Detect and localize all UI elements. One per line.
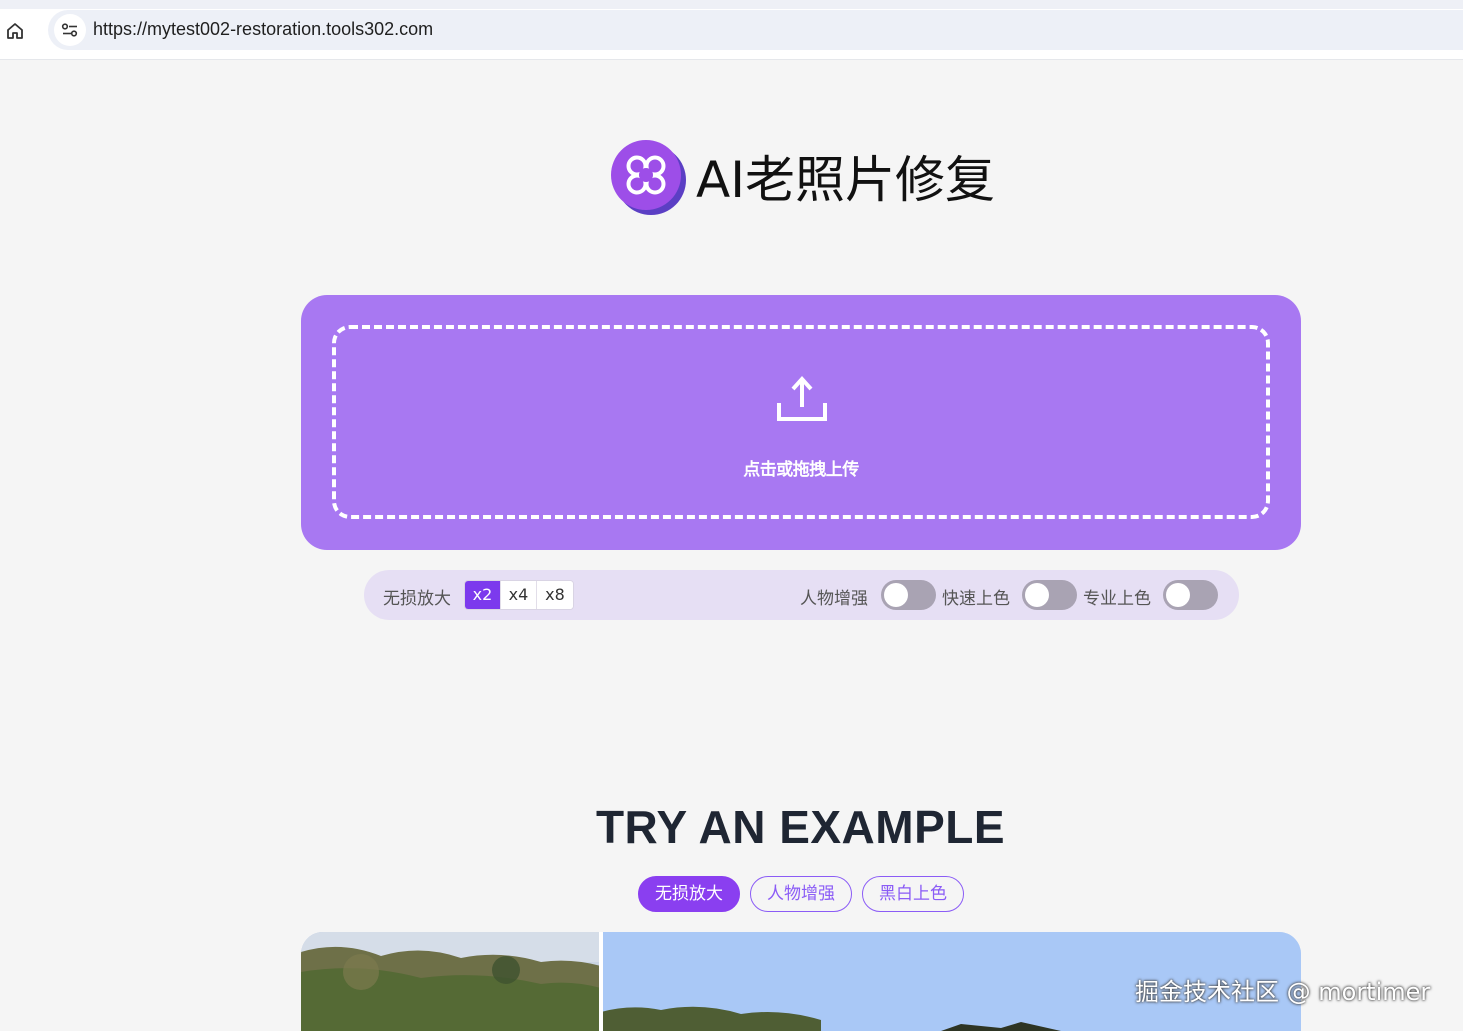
pro-colorize-label: 专业上色 bbox=[1083, 589, 1151, 609]
upload-panel: 点击或拖拽上传 bbox=[301, 295, 1301, 550]
example-tab-face-enhance[interactable]: 人物增强 bbox=[750, 876, 852, 912]
options-bar: 无损放大 x2 x4 x8 人物增强 快速上色 专业上色 bbox=[364, 570, 1239, 620]
toggle-knob bbox=[1025, 583, 1049, 607]
browser-toolbar: https://mytest002-restoration.tools302.c… bbox=[0, 0, 1463, 60]
example-section-title: TRY AN EXAMPLE bbox=[595, 801, 1006, 853]
scale-x8-button[interactable]: x8 bbox=[537, 581, 573, 609]
toggle-knob bbox=[884, 583, 908, 607]
watermark: 掘金技术社区 @ mortimer bbox=[1135, 978, 1431, 1006]
example-tab-colorize[interactable]: 黑白上色 bbox=[862, 876, 964, 912]
upload-drop-zone[interactable]: 点击或拖拽上传 bbox=[332, 325, 1270, 519]
home-icon[interactable] bbox=[2, 18, 28, 44]
browser-tab-strip bbox=[0, 0, 1463, 9]
scale-x2-button[interactable]: x2 bbox=[465, 581, 501, 609]
upscale-label: 无损放大 bbox=[383, 589, 451, 609]
comparison-slider-handle[interactable] bbox=[599, 932, 603, 1031]
page-title: AI老照片修复 bbox=[696, 151, 995, 209]
toggle-knob bbox=[1166, 583, 1190, 607]
scale-selector: x2 x4 x8 bbox=[464, 580, 574, 610]
tune-icon[interactable] bbox=[54, 14, 86, 46]
face-enhance-toggle[interactable] bbox=[881, 580, 936, 610]
url-text[interactable]: https://mytest002-restoration.tools302.c… bbox=[93, 19, 433, 40]
upload-label: 点击或拖拽上传 bbox=[743, 460, 859, 480]
pro-colorize-toggle[interactable] bbox=[1163, 580, 1218, 610]
address-bar[interactable]: https://mytest002-restoration.tools302.c… bbox=[48, 10, 1463, 50]
scale-x4-button[interactable]: x4 bbox=[501, 581, 537, 609]
quick-colorize-label: 快速上色 bbox=[942, 589, 1010, 609]
quick-colorize-toggle[interactable] bbox=[1022, 580, 1077, 610]
example-tab-upscale[interactable]: 无损放大 bbox=[638, 876, 740, 912]
clover-logo-icon bbox=[609, 139, 687, 217]
face-enhance-label: 人物增强 bbox=[800, 589, 868, 609]
upload-icon bbox=[776, 375, 828, 427]
